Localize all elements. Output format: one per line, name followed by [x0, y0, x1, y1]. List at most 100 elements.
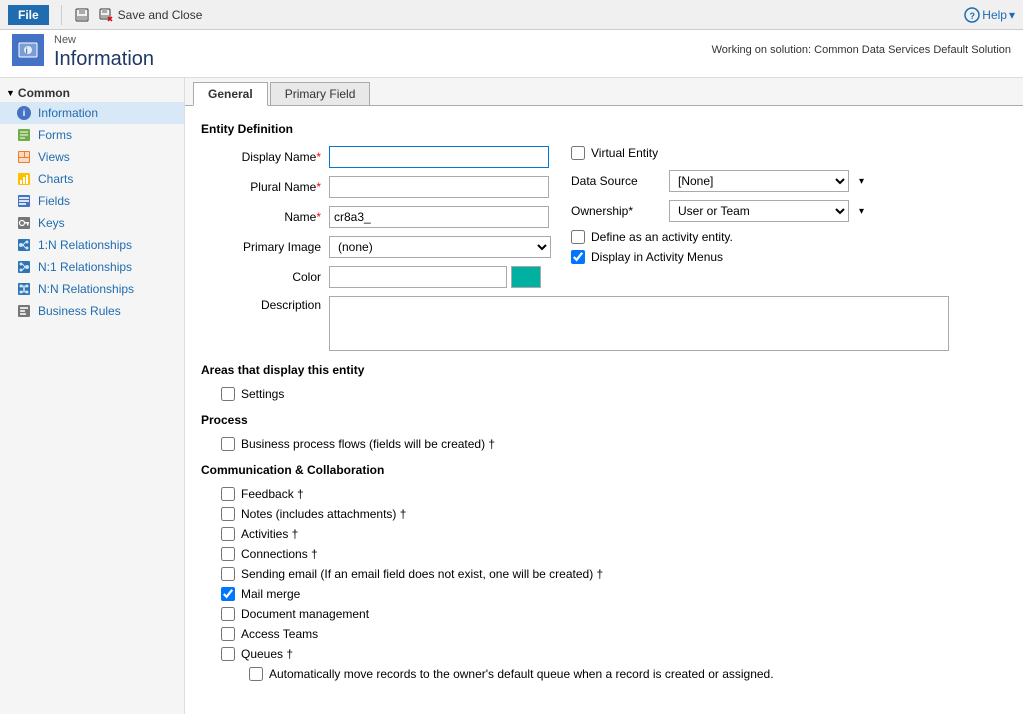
display-name-input[interactable] — [329, 146, 549, 168]
sidebar-item-keys[interactable]: Keys — [0, 212, 184, 234]
form-left-col: Display Name* Plural Name* N — [201, 146, 551, 296]
access-teams-row: Access Teams — [201, 627, 1007, 641]
save-icon — [74, 7, 90, 23]
sidebar-item-information[interactable]: i Information — [0, 102, 184, 124]
description-label: Description — [201, 296, 321, 312]
sidebar-item-label: Information — [38, 106, 98, 120]
feedback-label: Feedback † — [241, 487, 304, 501]
triangle-icon: ▼ — [6, 88, 15, 98]
virtual-entity-row: Virtual Entity — [571, 146, 864, 160]
sidebar-item-label: Forms — [38, 128, 72, 142]
connections-checkbox[interactable] — [221, 547, 235, 561]
auto-move-label: Automatically move records to the owner'… — [269, 667, 774, 681]
areas-section: Areas that display this entity Settings — [201, 363, 1007, 401]
description-row: Description — [201, 296, 1007, 351]
access-teams-checkbox[interactable] — [221, 627, 235, 641]
sidebar-item-n1-rel[interactable]: N:1 Relationships — [0, 256, 184, 278]
business-process-checkbox[interactable] — [221, 437, 235, 451]
activities-checkbox[interactable] — [221, 527, 235, 541]
display-name-row: Display Name* — [201, 146, 551, 168]
name-input[interactable] — [329, 206, 549, 228]
fields-icon — [16, 193, 32, 209]
main-layout: ▼ Common i Information Forms — [0, 78, 1023, 714]
sidebar-item-biz-rules[interactable]: Business Rules — [0, 300, 184, 322]
sending-email-label: Sending email (If an email field does no… — [241, 567, 603, 581]
connections-label: Connections † — [241, 547, 318, 561]
settings-checkbox[interactable] — [221, 387, 235, 401]
doc-management-checkbox[interactable] — [221, 607, 235, 621]
form-right-col: Virtual Entity Data Source [None] ▾ Owne… — [571, 146, 864, 296]
save-close-button[interactable]: Save and Close — [98, 7, 203, 23]
access-teams-label: Access Teams — [241, 627, 318, 641]
feedback-checkbox[interactable] — [221, 487, 235, 501]
sidebar-item-charts[interactable]: Charts — [0, 168, 184, 190]
tab-primary-field[interactable]: Primary Field — [270, 82, 371, 105]
sidebar-item-label: Charts — [38, 172, 73, 186]
primary-image-label: Primary Image — [201, 240, 321, 254]
sending-email-checkbox[interactable] — [221, 567, 235, 581]
color-swatch[interactable] — [511, 266, 541, 288]
file-button[interactable]: File — [8, 5, 49, 25]
define-activity-checkbox[interactable] — [571, 230, 585, 244]
doc-management-label: Document management — [241, 607, 369, 621]
color-field — [329, 266, 541, 288]
sidebar-item-label: Keys — [38, 216, 65, 230]
plural-name-row: Plural Name* — [201, 176, 551, 198]
top-bar: File Save and Close ? Help ▾ — [0, 0, 1023, 30]
rel-nn-icon — [16, 281, 32, 297]
sidebar-item-label: N:N Relationships — [38, 282, 134, 296]
keys-icon — [16, 215, 32, 231]
virtual-entity-label: Virtual Entity — [591, 146, 658, 160]
tab-bar: General Primary Field — [185, 78, 1023, 106]
data-source-arrow: ▾ — [859, 176, 864, 187]
save-icon-btn[interactable] — [74, 7, 90, 23]
areas-header: Areas that display this entity — [201, 363, 1007, 377]
color-input[interactable] — [329, 266, 507, 288]
display-name-label: Display Name* — [201, 150, 321, 164]
queues-row: Queues † — [201, 647, 1007, 661]
notes-checkbox[interactable] — [221, 507, 235, 521]
auto-move-checkbox[interactable] — [249, 667, 263, 681]
ownership-row: Ownership* User or Team Organization ▾ — [571, 200, 864, 222]
sidebar-item-views[interactable]: Views — [0, 146, 184, 168]
sidebar-item-fields[interactable]: Fields — [0, 190, 184, 212]
sidebar: ▼ Common i Information Forms — [0, 78, 185, 714]
display-activity-menus-checkbox[interactable] — [571, 250, 585, 264]
help-button[interactable]: ? Help ▾ — [964, 7, 1015, 23]
rel-1n-icon — [16, 237, 32, 253]
feedback-row: Feedback † — [201, 487, 1007, 501]
plural-name-input[interactable] — [329, 176, 549, 198]
required-star: * — [316, 180, 321, 194]
divider — [61, 5, 62, 25]
charts-icon — [16, 171, 32, 187]
svg-text:?: ? — [970, 11, 976, 21]
required-star: * — [628, 204, 633, 218]
queues-checkbox[interactable] — [221, 647, 235, 661]
sidebar-item-1n-rel[interactable]: 1:N Relationships — [0, 234, 184, 256]
primary-image-select[interactable]: (none) — [329, 236, 551, 258]
primary-image-row: Primary Image (none) — [201, 236, 551, 258]
auto-move-row: Automatically move records to the owner'… — [201, 667, 1007, 681]
sidebar-item-forms[interactable]: Forms — [0, 124, 184, 146]
business-process-label: Business process flows (fields will be c… — [241, 437, 495, 451]
data-source-label: Data Source — [571, 174, 661, 188]
activities-row: Activities † — [201, 527, 1007, 541]
mail-merge-row: Mail merge — [201, 587, 1007, 601]
virtual-entity-checkbox[interactable] — [571, 146, 585, 160]
name-row: Name* — [201, 206, 551, 228]
content-area: General Primary Field Entity Definition … — [185, 78, 1023, 714]
mail-merge-checkbox[interactable] — [221, 587, 235, 601]
sidebar-item-label: Views — [38, 150, 70, 164]
sidebar-item-nn-rel[interactable]: N:N Relationships — [0, 278, 184, 300]
data-source-select[interactable]: [None] — [669, 170, 849, 192]
ownership-select[interactable]: User or Team Organization — [669, 200, 849, 222]
connections-row: Connections † — [201, 547, 1007, 561]
working-on-solution: Working on solution: Common Data Service… — [712, 44, 1011, 56]
common-label: Common — [18, 86, 70, 100]
define-activity-row: Define as an activity entity. — [571, 230, 864, 244]
required-star: * — [316, 150, 321, 164]
common-section-header[interactable]: ▼ Common — [0, 82, 184, 102]
tab-general[interactable]: General — [193, 82, 268, 106]
data-source-row: Data Source [None] ▾ — [571, 170, 864, 192]
description-textarea[interactable] — [329, 296, 949, 351]
